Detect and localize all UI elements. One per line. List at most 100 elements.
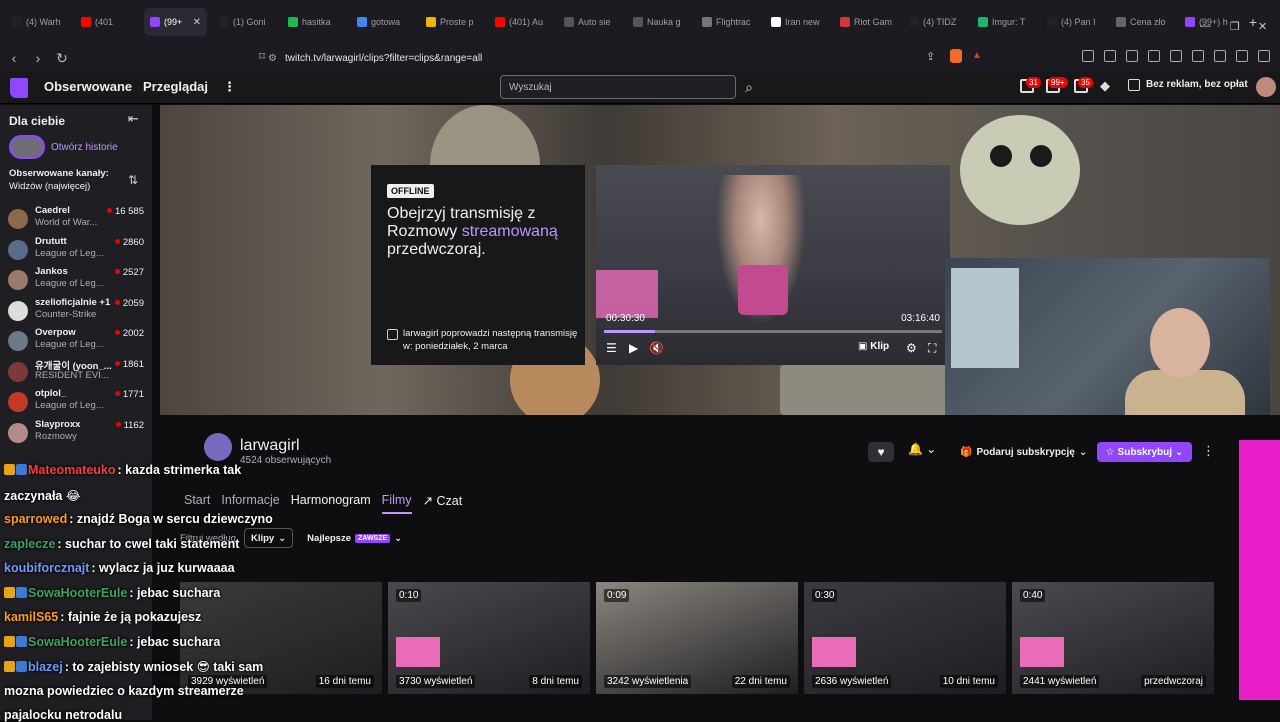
twitch-logo-icon[interactable] bbox=[10, 78, 28, 98]
browser-tab[interactable]: Imgur: T bbox=[972, 8, 1035, 36]
browser-tab[interactable]: Proste p bbox=[420, 8, 483, 36]
notification-bell-icon[interactable]: 🔔 ⌄ bbox=[908, 442, 936, 456]
sidebar-channel[interactable]: 유개굴이 (yoon_... RESIDENT EVI... 1861 bbox=[8, 358, 148, 388]
tab-label: Riot Gam bbox=[854, 17, 893, 27]
close-tab-icon[interactable]: ✕ bbox=[193, 17, 201, 28]
clip-card[interactable]: 0:09 3242 wyświetlenia 22 dni temu bbox=[596, 582, 798, 694]
mute-icon[interactable]: 🔇 bbox=[649, 341, 664, 355]
extension-icon[interactable] bbox=[1148, 50, 1160, 62]
browser-tab[interactable]: gotowa bbox=[351, 8, 414, 36]
sort-dropdown[interactable]: Najlepsze ZAWSZE ⌄ bbox=[301, 528, 408, 548]
browser-tab[interactable]: Auto sie bbox=[558, 8, 621, 36]
browser-tab[interactable]: hasitka bbox=[282, 8, 345, 36]
streamed-link[interactable]: streamowaną bbox=[462, 223, 558, 240]
clip-card[interactable]: 0:10 3730 wyświetleń 8 dni temu bbox=[388, 582, 590, 694]
tab-chat[interactable]: ↗ Czat bbox=[423, 493, 463, 514]
browser-tab[interactable]: (4) Pan I bbox=[1041, 8, 1104, 36]
notifications-icon[interactable]: 99+ bbox=[1046, 77, 1068, 93]
close-window-icon[interactable]: ✕ bbox=[1258, 20, 1267, 33]
browser-tab[interactable]: (1) Goni bbox=[213, 8, 276, 36]
channel-avatar[interactable] bbox=[204, 433, 232, 461]
browser-tab[interactable]: Flightrac bbox=[696, 8, 759, 36]
gift-sub-button[interactable]: 🎁 Podaruj subskrypcję ⌄ bbox=[960, 442, 1087, 462]
brave-shield-icon[interactable] bbox=[950, 49, 962, 63]
calendar-icon bbox=[387, 329, 398, 340]
channel-avatar bbox=[8, 392, 28, 412]
sidebar-channel[interactable]: Drututt League of Leg... 2860 bbox=[8, 236, 148, 266]
sidebar-channel[interactable]: Slayproxx Rozmowy 1162 bbox=[8, 419, 148, 449]
map-pin-icon bbox=[426, 17, 436, 27]
browser-tab[interactable]: (4) TIDZ bbox=[903, 8, 966, 36]
sidebar-channel[interactable]: otplol_ League of Leg... 1771 bbox=[8, 388, 148, 418]
follow-heart-icon[interactable]: ♥ bbox=[868, 442, 894, 462]
reload-icon[interactable]: ↻ bbox=[52, 50, 72, 67]
forward-icon[interactable]: › bbox=[28, 50, 48, 66]
menu-icon[interactable] bbox=[1258, 50, 1270, 62]
minimize-icon[interactable]: — bbox=[1200, 20, 1211, 32]
clip-card[interactable]: 0:40 2441 wyświetleń przedwczoraj bbox=[1012, 582, 1214, 694]
collapse-sidebar-icon[interactable]: ⇤ bbox=[128, 111, 139, 127]
subscribe-button[interactable]: ☆ Subskrybuj ⌄ bbox=[1097, 442, 1192, 462]
play-icon[interactable]: ▶ bbox=[629, 341, 638, 355]
search-icon[interactable]: ⌕ bbox=[738, 75, 760, 99]
chevron-down-icon: ⌄ bbox=[1175, 446, 1184, 458]
star-icon: ☆ bbox=[1105, 446, 1115, 458]
riot-icon bbox=[840, 17, 850, 27]
chat-username: kamilS65 bbox=[4, 610, 59, 624]
browser-tab[interactable]: (4) Warh bbox=[6, 8, 69, 36]
browser-tab[interactable]: Riot Gam bbox=[834, 8, 897, 36]
user-avatar[interactable] bbox=[1256, 77, 1276, 97]
url-field[interactable]: ⚙ twitch.tv/larwagirl/clips?filter=clips… bbox=[268, 48, 988, 68]
channel-name[interactable]: larwagirl bbox=[240, 437, 300, 455]
clip-button[interactable]: ▣ Klip bbox=[858, 341, 889, 352]
kick-icon bbox=[288, 17, 298, 27]
vod-player[interactable]: 00:30:30 03:16:40 ☰ ▶ 🔇 ▣ Klip ⚙ ⛶ bbox=[596, 165, 950, 365]
extension-icon[interactable] bbox=[1104, 50, 1116, 62]
sidebar-channel[interactable]: szelioficjalnie +1 Counter-Strike 2059 bbox=[8, 297, 148, 327]
settings-icon[interactable]: ⚙ bbox=[906, 341, 917, 355]
chat-text: : to zajebisty wniosek 😎 taki sam bbox=[64, 660, 264, 674]
sidebar-channel[interactable]: Jankos League of Leg... 2527 bbox=[8, 266, 148, 296]
sidebar-channel[interactable]: Caedrel World of War... 16 585 bbox=[8, 205, 148, 235]
search-input[interactable]: Wyszukaj bbox=[500, 75, 736, 99]
browser-tab[interactable]: (401 bbox=[75, 8, 138, 36]
back-icon[interactable]: ‹ bbox=[4, 50, 24, 66]
wallet-icon[interactable] bbox=[1192, 50, 1204, 62]
more-options-icon[interactable]: ⋮ bbox=[223, 79, 236, 95]
clip-card[interactable]: 0:30 2636 wyświetleń 10 dni temu bbox=[804, 582, 1006, 694]
tab-videos[interactable]: Filmy bbox=[381, 493, 412, 514]
live-dot-icon bbox=[114, 360, 120, 366]
rewards-icon[interactable]: ▲ bbox=[972, 50, 982, 61]
sidebar-icon[interactable] bbox=[1170, 50, 1182, 62]
sort-icon[interactable]: ⇅ bbox=[128, 173, 138, 187]
chapters-icon[interactable]: ☰ bbox=[606, 341, 617, 355]
more-options-icon[interactable]: ⋮ bbox=[1202, 443, 1215, 459]
browser-tab[interactable]: Iran new bbox=[765, 8, 828, 36]
ad-free-button[interactable]: Bez reklam, bez opłat bbox=[1146, 79, 1248, 90]
browser-tab[interactable]: (99+ ✕ bbox=[144, 8, 207, 36]
stories-button[interactable]: Otwórz historie bbox=[9, 135, 118, 159]
browser-tab[interactable]: (401) Au bbox=[489, 8, 552, 36]
vpn-icon[interactable] bbox=[1236, 50, 1248, 62]
fullscreen-icon[interactable]: ⛶ bbox=[928, 341, 936, 356]
tab-label: (1) Goni bbox=[233, 17, 266, 27]
progress-bar[interactable] bbox=[604, 330, 942, 333]
browser-tab[interactable]: Cena zło bbox=[1110, 8, 1173, 36]
share-icon[interactable]: ⇪ bbox=[926, 50, 935, 63]
nav-following[interactable]: Obserwowane bbox=[44, 79, 132, 94]
extension-icon[interactable] bbox=[1126, 50, 1138, 62]
badge-icon bbox=[16, 586, 27, 598]
maximize-icon[interactable]: ❐ bbox=[1230, 20, 1240, 33]
live-dot-icon bbox=[114, 330, 120, 335]
inbox-icon[interactable]: 31 bbox=[1020, 77, 1041, 93]
browser-tab[interactable]: Nauka g bbox=[627, 8, 690, 36]
tab-schedule[interactable]: Harmonogram bbox=[291, 493, 371, 514]
bits-icon[interactable]: ◆ bbox=[1100, 78, 1110, 94]
site-settings-icon[interactable]: ⚙ bbox=[268, 53, 277, 64]
extension-icon[interactable] bbox=[1082, 50, 1094, 62]
nav-browse[interactable]: Przeglądaj bbox=[143, 79, 208, 94]
sidebar-channel[interactable]: Overpow League of Leg... 2002 bbox=[8, 327, 148, 357]
whispers-icon[interactable]: 35 bbox=[1074, 77, 1093, 93]
leo-icon[interactable] bbox=[1214, 50, 1226, 62]
elapsed-time: 00:30:30 bbox=[606, 313, 645, 324]
